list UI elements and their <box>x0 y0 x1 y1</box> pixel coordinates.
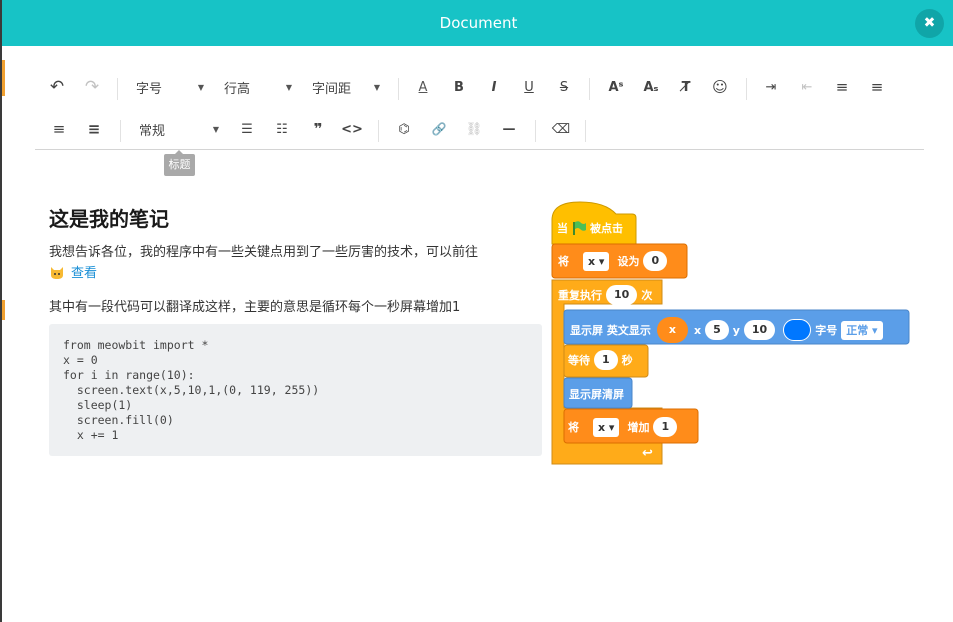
title-bar: Document ✖ <box>2 0 953 46</box>
outdent-button[interactable]: ⇤ <box>796 72 818 102</box>
align-justify-button[interactable]: ≡ <box>83 114 105 144</box>
view-link[interactable]: 查看 <box>71 266 97 281</box>
paragraph-1[interactable]: 我想告诉各位，我的程序中有一些关键点用到了一些厉害的技术，可以前往 查看 <box>49 242 539 284</box>
horizontal-rule-button[interactable]: — <box>498 114 520 144</box>
when-flag-clicked-block[interactable]: 当 被点击 <box>557 220 623 236</box>
variable-dropdown[interactable]: x ▾ <box>583 251 610 271</box>
repeat-label: 重复执行 <box>558 289 602 302</box>
font-color-button[interactable]: A <box>412 72 434 102</box>
background-edge <box>2 300 5 320</box>
chevron-down-icon: ▼ <box>285 82 292 92</box>
code-button[interactable]: <> <box>341 114 363 144</box>
close-button[interactable]: ✖ <box>915 9 944 38</box>
repeat-unit: 次 <box>641 289 653 302</box>
align-left-button[interactable]: ≡ <box>831 72 853 102</box>
change-variable-block[interactable]: 将 x ▾ 增加 1 <box>568 417 681 437</box>
set-value-input[interactable]: 0 <box>643 251 668 271</box>
screen-text-label: 显示屏 英文显示 <box>570 324 651 337</box>
heading-select-value: 常规 <box>139 123 166 139</box>
change-value-input[interactable]: 1 <box>653 417 678 437</box>
set-to-label: 设为 <box>617 255 640 268</box>
x-input[interactable]: 5 <box>705 320 729 340</box>
toolbar-row-2: ≡ ≡ 常规 ▼ ☰ ☷ ❞ <> ⌬ 🔗 ⛓ — ⌫ <box>2 114 953 144</box>
code-block[interactable]: from meowbit import * x = 0 for i in ran… <box>49 324 542 456</box>
change-variable-dropdown[interactable]: x ▾ <box>593 417 620 437</box>
y-input[interactable]: 10 <box>743 320 776 340</box>
font-size-label: 字号 <box>136 81 163 97</box>
chevron-down-icon: ▼ <box>212 124 219 134</box>
separator <box>120 120 121 142</box>
translate-button[interactable]: ⌬ <box>393 114 415 144</box>
font-size-select[interactable]: 字号 ▼ <box>136 72 204 102</box>
align-right-button[interactable]: ≡ <box>48 114 70 144</box>
heading-select[interactable]: 常规 ▼ <box>139 114 219 144</box>
change-by-label: 增加 <box>627 421 650 434</box>
hat-suffix: 被点击 <box>590 222 623 235</box>
chevron-down-icon: ▼ <box>373 82 380 92</box>
paragraph-1-text: 我想告诉各位，我的程序中有一些关键点用到了一些厉害的技术，可以前往 <box>49 245 479 260</box>
repeat-count-input[interactable]: 10 <box>606 285 638 305</box>
subscript-button[interactable]: Aₛ <box>640 72 662 102</box>
quote-button[interactable]: ❞ <box>307 114 329 144</box>
window-title: Document <box>439 14 518 32</box>
clear-label: 显示屏清屏 <box>569 388 624 401</box>
redo-button[interactable]: ↷ <box>81 72 103 102</box>
superscript-button[interactable]: Aˢ <box>605 72 627 102</box>
line-height-label: 行高 <box>224 81 251 97</box>
clear-format-button[interactable]: T̸ <box>675 72 697 102</box>
separator <box>398 78 399 100</box>
separator <box>378 120 379 142</box>
color-swatch[interactable] <box>783 319 812 341</box>
numbered-list-button[interactable]: ☷ <box>271 114 293 144</box>
separator <box>117 78 118 100</box>
letter-spacing-label: 字间距 <box>312 81 352 97</box>
italic-button[interactable]: I <box>483 72 505 102</box>
indent-button[interactable]: ⇥ <box>760 72 782 102</box>
hat-prefix: 当 <box>557 222 568 235</box>
x-variable-reporter[interactable]: x <box>656 317 688 343</box>
underline-button[interactable]: U <box>518 72 540 102</box>
separator <box>746 78 747 100</box>
paragraph-2[interactable]: 其中有一段代码可以翻译成这样，主要的意思是循环每个一秒屏幕增加1 <box>49 296 460 315</box>
cat-emoji-icon <box>51 267 63 279</box>
document-window: Document ✖ ↶ ↷ 字号 ▼ 行高 ▼ 字间距 ▼ A B I U S Aˢ… <box>0 0 953 622</box>
change-label: 将 <box>568 421 579 434</box>
set-variable-block[interactable]: 将 x ▾ 设为 0 <box>558 251 671 271</box>
toolbar-row-1: ↶ ↷ 字号 ▼ 行高 ▼ 字间距 ▼ A B I U S Aˢ Aₛ T̸ ☺ ⇥ … <box>2 72 953 102</box>
wait-input[interactable]: 1 <box>594 350 618 370</box>
strikethrough-button[interactable]: S <box>553 72 575 102</box>
line-height-select[interactable]: 行高 ▼ <box>224 72 292 102</box>
wait-block[interactable]: 等待 1 秒 <box>568 350 633 370</box>
separator <box>589 78 590 100</box>
screen-clear-block[interactable]: 显示屏清屏 <box>569 386 624 402</box>
separator <box>535 120 536 142</box>
unlink-button[interactable]: ⛓ <box>463 114 485 144</box>
toolbar-divider <box>35 149 924 150</box>
separator <box>585 120 586 142</box>
undo-button[interactable]: ↶ <box>46 72 68 102</box>
size-dropdown[interactable]: 正常 ▾ <box>841 320 883 340</box>
emoji-button[interactable]: ☺ <box>709 72 731 102</box>
align-center-button[interactable]: ≡ <box>866 72 888 102</box>
screen-text-block[interactable]: 显示屏 英文显示 x x 5 y 10 字号 正常 ▾ <box>570 317 887 343</box>
bold-button[interactable]: B <box>448 72 470 102</box>
clear-button[interactable]: ⌫ <box>550 114 572 144</box>
green-flag-icon <box>573 221 586 235</box>
y-label: y <box>732 323 740 337</box>
heading-tooltip: 标题 <box>164 150 195 176</box>
x-label: x <box>693 323 702 337</box>
repeat-block[interactable]: 重复执行 10 次 <box>558 285 652 305</box>
document-title[interactable]: 这是我的笔记 <box>49 203 169 232</box>
set-label: 将 <box>558 255 569 268</box>
link-button[interactable]: 🔗 <box>428 114 450 144</box>
letter-spacing-select[interactable]: 字间距 ▼ <box>312 72 380 102</box>
size-label: 字号 <box>815 324 838 337</box>
wait-unit: 秒 <box>621 354 633 367</box>
wait-label: 等待 <box>568 354 590 367</box>
chevron-down-icon: ▼ <box>197 82 204 92</box>
bullet-list-button[interactable]: ☰ <box>236 114 258 144</box>
repeat-arrow-icon: ↩ <box>642 446 653 461</box>
